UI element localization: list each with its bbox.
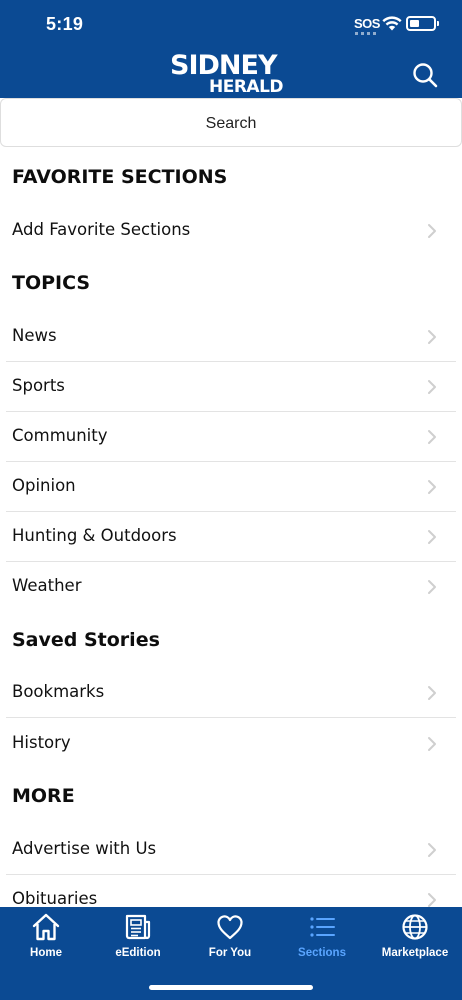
chevron-right-icon bbox=[428, 330, 436, 344]
tab-label: eEdition bbox=[115, 947, 161, 959]
list-item-add-favorite-sections[interactable]: Add Favorite Sections bbox=[6, 206, 456, 256]
list-item-label: Weather bbox=[12, 576, 82, 595]
battery-cap bbox=[437, 21, 439, 26]
tab-label: Home bbox=[30, 947, 62, 959]
chevron-right-icon bbox=[428, 580, 436, 594]
list-item-opinion[interactable]: Opinion bbox=[6, 462, 456, 512]
tab-home[interactable]: Home bbox=[0, 907, 92, 977]
heart-icon bbox=[217, 915, 243, 940]
list-item-weather[interactable]: Weather bbox=[6, 562, 456, 612]
list-item-news[interactable]: News bbox=[6, 312, 456, 362]
list-item-bookmarks[interactable]: Bookmarks bbox=[6, 668, 456, 718]
list-item-label: History bbox=[12, 733, 71, 752]
list-item-label: Opinion bbox=[12, 476, 76, 495]
list-item-label: Sports bbox=[12, 376, 65, 395]
status-time: 5:19 bbox=[46, 14, 84, 34]
list-item-label: Community bbox=[12, 426, 108, 445]
chevron-right-icon bbox=[428, 430, 436, 444]
status-carrier: SOS bbox=[354, 16, 380, 31]
tab-eedition[interactable]: eEdition bbox=[92, 907, 184, 977]
chevron-right-icon bbox=[428, 224, 436, 238]
list-item-label: Bookmarks bbox=[12, 682, 105, 701]
list-item-community[interactable]: Community bbox=[6, 412, 456, 462]
tab-label: Sections bbox=[298, 947, 346, 959]
signal-dots-icon bbox=[355, 32, 377, 35]
list-item-label: Hunting & Outdoors bbox=[12, 526, 177, 545]
logo-line2: HERALD bbox=[209, 77, 284, 97]
status-bar: 5:19 SOS bbox=[0, 0, 462, 50]
chevron-right-icon bbox=[428, 530, 436, 544]
home-indicator[interactable] bbox=[149, 985, 313, 990]
list-item-advertise-with-us[interactable]: Advertise with Us bbox=[6, 825, 456, 875]
sidney-herald-logo[interactable]: SIDNEY HERALD bbox=[170, 50, 294, 97]
home-icon bbox=[32, 913, 60, 941]
section-title-more: MORE bbox=[12, 785, 75, 807]
list-item-label: Obituaries bbox=[12, 889, 98, 908]
newspaper-icon bbox=[125, 914, 151, 940]
search-bar-label: Search bbox=[205, 115, 257, 132]
list-item-label: Advertise with Us bbox=[12, 839, 157, 858]
chevron-right-icon bbox=[428, 737, 436, 751]
search-icon[interactable] bbox=[410, 60, 440, 90]
chevron-right-icon bbox=[428, 480, 436, 494]
logo-line1: SIDNEY bbox=[170, 50, 277, 81]
wifi-icon bbox=[382, 16, 402, 31]
chevron-right-icon bbox=[428, 686, 436, 700]
search-bar[interactable]: Search bbox=[0, 98, 462, 147]
battery-icon bbox=[406, 16, 436, 31]
section-title-saved-stories: Saved Stories bbox=[12, 629, 160, 651]
list-item-history[interactable]: History bbox=[6, 719, 456, 769]
globe-icon bbox=[402, 914, 428, 940]
tab-sections[interactable]: Sections bbox=[276, 907, 368, 977]
list-item-sports[interactable]: Sports bbox=[6, 362, 456, 412]
list-icon bbox=[310, 917, 335, 937]
section-title-favorite-sections: FAVORITE SECTIONS bbox=[12, 166, 228, 188]
tab-marketplace[interactable]: Marketplace bbox=[369, 907, 461, 977]
chevron-right-icon bbox=[428, 380, 436, 394]
list-item-label: News bbox=[12, 326, 57, 345]
list-item-label: Add Favorite Sections bbox=[12, 220, 191, 239]
battery-level bbox=[410, 20, 419, 27]
tab-label: Marketplace bbox=[381, 947, 449, 959]
chevron-right-icon bbox=[428, 843, 436, 857]
app-header: 5:19 SOS SIDNEY HERALD bbox=[0, 0, 462, 98]
tab-for-you[interactable]: For You bbox=[184, 907, 276, 977]
section-title-topics: TOPICS bbox=[12, 272, 91, 294]
tab-label: For You bbox=[208, 947, 252, 959]
list-item-hunting-outdoors[interactable]: Hunting & Outdoors bbox=[6, 512, 456, 562]
